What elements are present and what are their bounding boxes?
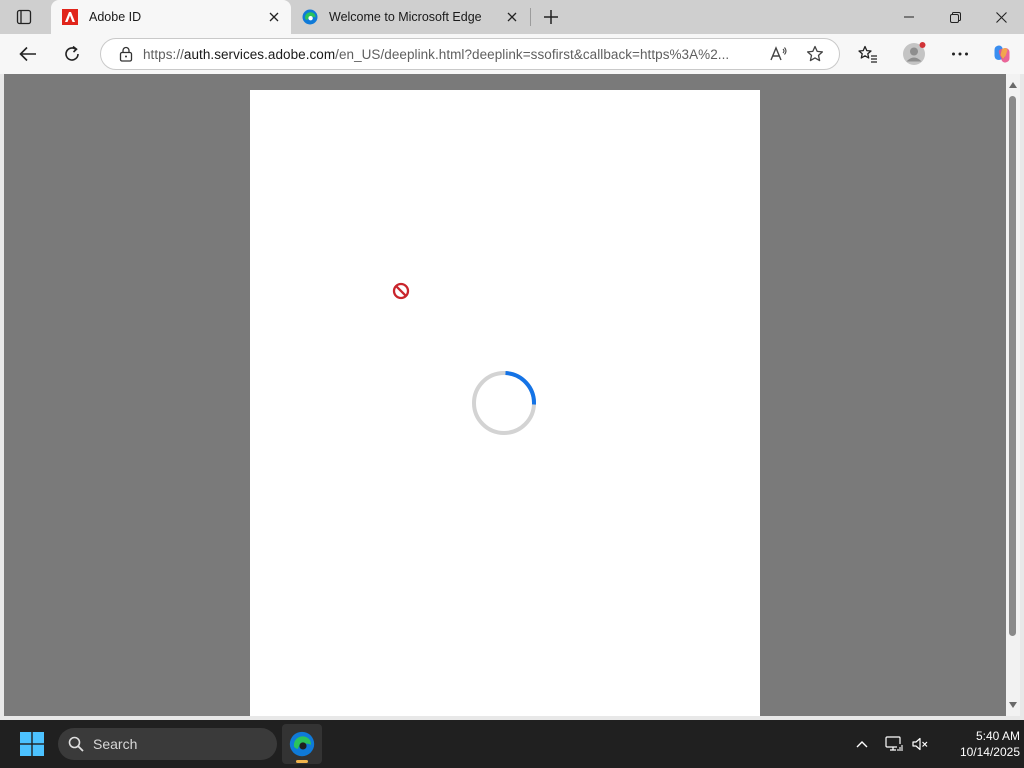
volume-muted-icon (912, 737, 928, 751)
url-path: /en_US/deeplink.html?deeplink=ssofirst&c… (335, 46, 730, 62)
minimize-icon (904, 16, 914, 18)
blocked-icon (392, 282, 410, 300)
spinner-arc (505, 371, 536, 405)
close-icon (995, 11, 1007, 23)
site-info-button[interactable] (109, 46, 143, 62)
url-text[interactable]: https://auth.services.adobe.com/en_US/de… (143, 47, 761, 62)
scrollbar-thumb[interactable] (1009, 96, 1016, 636)
tab-title: Welcome to Microsoft Edge (329, 10, 482, 24)
taskbar-edge-button[interactable] (282, 724, 322, 764)
back-arrow-icon (19, 46, 36, 62)
vertical-scrollbar[interactable] (1006, 74, 1020, 716)
close-window-button[interactable] (978, 0, 1024, 34)
plus-icon (544, 10, 558, 24)
address-bar[interactable]: https://auth.services.adobe.com/en_US/de… (100, 38, 840, 70)
tab-actions-icon (16, 9, 32, 25)
favorites-icon (858, 45, 877, 63)
search-label: Search (93, 736, 138, 752)
tab-adobe-id[interactable]: Adobe ID (51, 0, 291, 34)
profile-button[interactable] (898, 38, 930, 70)
close-tab-icon[interactable] (501, 6, 523, 28)
read-aloud-icon (770, 46, 787, 61)
more-button[interactable] (944, 38, 976, 70)
volume-button[interactable] (908, 732, 932, 756)
more-icon (952, 52, 968, 56)
tab-divider (530, 8, 531, 26)
adobe-logo-icon (61, 8, 79, 26)
windows-logo-icon (20, 732, 44, 756)
tab-title: Adobe ID (89, 10, 142, 24)
running-indicator (296, 760, 308, 763)
tab-actions-button[interactable] (8, 5, 40, 29)
minimize-button[interactable] (886, 0, 932, 34)
tab-welcome-edge[interactable]: Welcome to Microsoft Edge (291, 0, 529, 34)
refresh-icon (65, 45, 79, 61)
copilot-icon (994, 45, 1010, 63)
show-hidden-icons-button[interactable] (850, 732, 874, 756)
url-host: auth.services.adobe.com (183, 46, 336, 62)
restore-icon (949, 11, 961, 23)
back-button[interactable] (12, 38, 44, 70)
star-icon (806, 45, 824, 62)
clock-time: 5:40 AM (975, 729, 1020, 743)
copilot-button[interactable] (986, 38, 1018, 70)
restore-button[interactable] (932, 0, 978, 34)
tab-strip: Adobe ID Welcome to Microsoft Edge (0, 0, 1024, 34)
chevron-up-icon (856, 741, 868, 748)
taskbar-clock[interactable]: 5:40 AM 10/14/2025 (934, 728, 1020, 760)
edge-logo-icon (301, 8, 319, 26)
favorites-button[interactable] (852, 38, 884, 70)
search-icon (68, 736, 84, 752)
loading-spinner (472, 371, 536, 435)
network-icon (885, 736, 903, 751)
read-aloud-button[interactable] (761, 46, 797, 62)
network-button[interactable] (882, 732, 906, 756)
windows-taskbar: Search 5:40 AM 10/14/2025 (0, 720, 1024, 768)
start-button[interactable] (14, 728, 50, 760)
lock-icon (119, 46, 133, 62)
clock-date: 10/14/2025 (959, 745, 1020, 759)
add-favorite-button[interactable] (797, 45, 833, 63)
profile-icon (903, 42, 926, 65)
taskbar-search-box[interactable]: Search (58, 728, 277, 760)
scroll-up-arrow-icon[interactable] (1008, 80, 1018, 90)
scroll-down-arrow-icon[interactable] (1008, 700, 1018, 710)
url-scheme: https:// (143, 46, 184, 62)
new-tab-button[interactable] (538, 5, 564, 29)
page-viewport (4, 74, 1006, 716)
edge-logo-icon (289, 731, 315, 757)
browser-toolbar: https://auth.services.adobe.com/en_US/de… (0, 34, 1024, 74)
close-tab-icon[interactable] (263, 6, 285, 28)
refresh-button[interactable] (56, 38, 88, 70)
adobe-signin-page (250, 90, 760, 716)
